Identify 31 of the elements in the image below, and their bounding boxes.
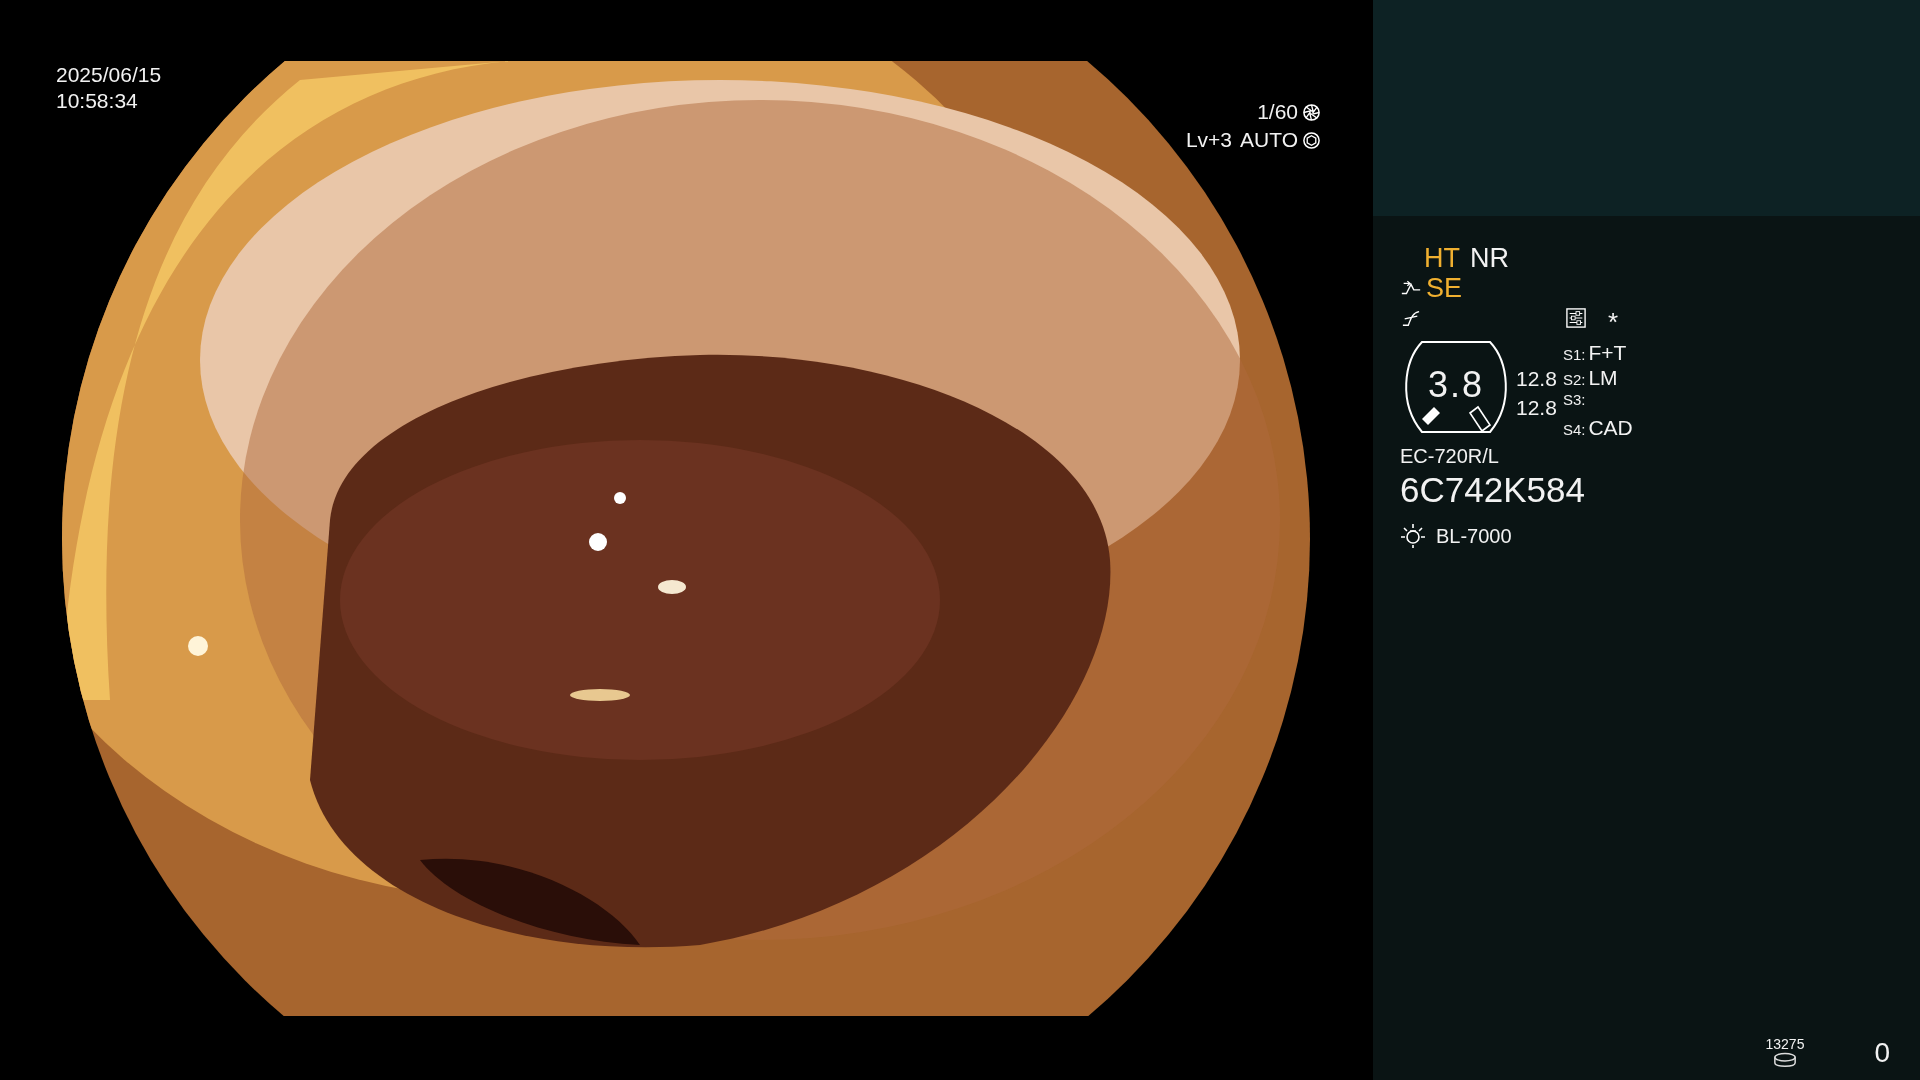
shutter-text: 1/60: [1257, 99, 1298, 125]
switch-key: S1:: [1562, 346, 1586, 363]
disk-icon: [1772, 1052, 1797, 1068]
switch-value: F+T: [1588, 341, 1627, 365]
switch-key: S4:: [1562, 421, 1586, 438]
image-count-text: 13275: [1765, 1036, 1805, 1052]
asterisk-text: *: [1608, 310, 1619, 334]
light-source-text: BL-7000: [1436, 524, 1512, 548]
settings-icon: [1566, 308, 1586, 328]
switch-key: S3:: [1562, 391, 1586, 408]
serial-number-text: 6C742K584: [1400, 469, 1586, 511]
mode-label: NR: [1470, 242, 1509, 274]
gauge-value: 3.8: [1426, 365, 1485, 405]
iris-mode-text: AUTO: [1240, 127, 1298, 153]
lamp-icon: [1400, 523, 1426, 549]
reading-text: 12.8: [1516, 395, 1557, 421]
curve-arrow-icon: [1400, 279, 1422, 297]
mode-label: HT: [1424, 242, 1460, 274]
slash-curve-icon: [1400, 309, 1422, 327]
time-text: 10:58:34: [56, 88, 139, 114]
iris-icon: [1302, 130, 1321, 150]
switch-value: CAD: [1588, 416, 1633, 440]
date-text: 2025/06/15: [56, 62, 162, 88]
scope-model-text: EC-720R/L: [1400, 444, 1500, 469]
counter-text: 0: [1874, 1038, 1890, 1068]
mode-label: SE: [1426, 272, 1463, 304]
shutter-icon: [1302, 102, 1321, 122]
switch-key: S2:: [1562, 371, 1586, 388]
reading-text: 12.8: [1516, 366, 1557, 392]
switch-value: LM: [1588, 366, 1618, 390]
brightness-level-text: Lv+3: [1185, 127, 1233, 153]
